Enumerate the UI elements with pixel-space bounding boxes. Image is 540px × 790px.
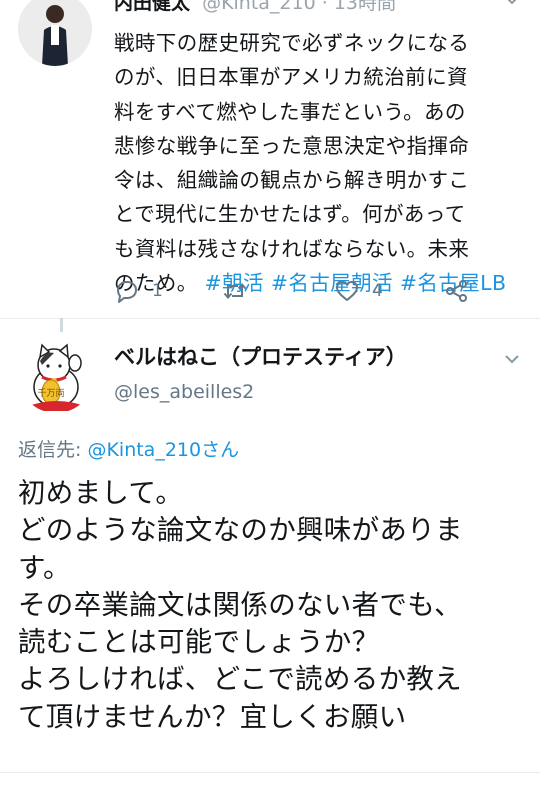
tweet-card[interactable]: 内田健太 @Kinta_210 · 13時間 戦時下の歴史研究で必ずネックになる… (0, 0, 540, 318)
reply-label: 返信先: (18, 439, 88, 461)
tweet-text-line: 初めまして。 (18, 477, 184, 509)
maneki-neko-avatar: 千万両 (18, 337, 94, 413)
avatar[interactable]: 千万両 (18, 337, 94, 413)
reply-count: 1 (152, 281, 163, 301)
reply-icon (117, 281, 137, 303)
tweet-card[interactable]: 千万両 ベルはねこ（プロテスティア） @les_abeilles2 返信先: @… (0, 319, 540, 790)
tweet-text-line: 悲惨な戦争に至った意思決定や指揮命 (114, 133, 470, 158)
tweet-text: 初めまして。 どのような論文なのか興味がありま す。 その卒業論文は関係のない者… (18, 475, 528, 736)
like-icon (336, 281, 358, 301)
tweet-text-line: とで現代に生かせたはず。何があって (114, 202, 466, 227)
mention-link[interactable]: @Kinta_210さん (87, 439, 239, 461)
tweet-text-line: 令は、組織論の観点から解き明かすこ (114, 168, 470, 193)
tweet-text-line: 戦時下の歴史研究で必ずネックになる (114, 31, 470, 55)
author-handle: @Kinta_210 (202, 0, 316, 14)
tweet-text-line: どのような論文なのか興味がありま (18, 514, 463, 547)
retweet-button[interactable] (222, 276, 260, 306)
reply-context: 返信先: @Kinta_210さん (18, 435, 239, 462)
avatar[interactable] (18, 0, 92, 66)
separator-dot: · (321, 0, 334, 14)
tweet-text-line: 料をすべて燃やした事だという。あの (114, 99, 466, 124)
author-name[interactable]: ベルはねこ（プロテスティア） (114, 341, 407, 371)
author-handle[interactable]: @les_abeilles2 (114, 381, 254, 403)
chevron-down-icon[interactable] (502, 0, 522, 10)
tweet-text: 戦時下の歴史研究で必ずネックになる のが、旧日本軍がアメリカ統治前に資 料をすべ… (114, 26, 526, 300)
avatar-photo (18, 0, 92, 66)
like-count: 4 (372, 281, 383, 301)
tweet-header: 内田健太 @Kinta_210 · 13時間 (114, 0, 396, 15)
like-button[interactable]: 4 (334, 276, 383, 306)
svg-text:千万両: 千万両 (37, 388, 64, 399)
tweet-text-line: て頂けませんか？宜しくお願い (18, 700, 407, 733)
tweet-text-line: のが、旧日本軍がアメリカ統治前に資 (114, 65, 468, 90)
tweet-time[interactable]: 13時間 (334, 0, 396, 14)
tweet-text-line: よろしければ、どこで読めるか教え (18, 663, 462, 696)
tweet-text-line: す。 (18, 551, 71, 584)
tweet-text-line: 読むことは可能でしょうか？ (18, 626, 380, 659)
share-button[interactable] (444, 276, 470, 306)
share-icon (446, 280, 467, 302)
tweet-text-line: その卒業論文は関係のない者でも、 (18, 588, 462, 621)
retweet-icon (223, 282, 247, 300)
author-name[interactable]: 内田健太 (114, 0, 190, 14)
bottom-divider (0, 772, 540, 773)
chevron-down-icon[interactable] (502, 349, 522, 369)
tweet-actions: 1 4 (114, 276, 514, 306)
tweet-text-line: も資料は残さなければならない。未来 (114, 236, 470, 261)
reply-button[interactable]: 1 (114, 276, 163, 306)
